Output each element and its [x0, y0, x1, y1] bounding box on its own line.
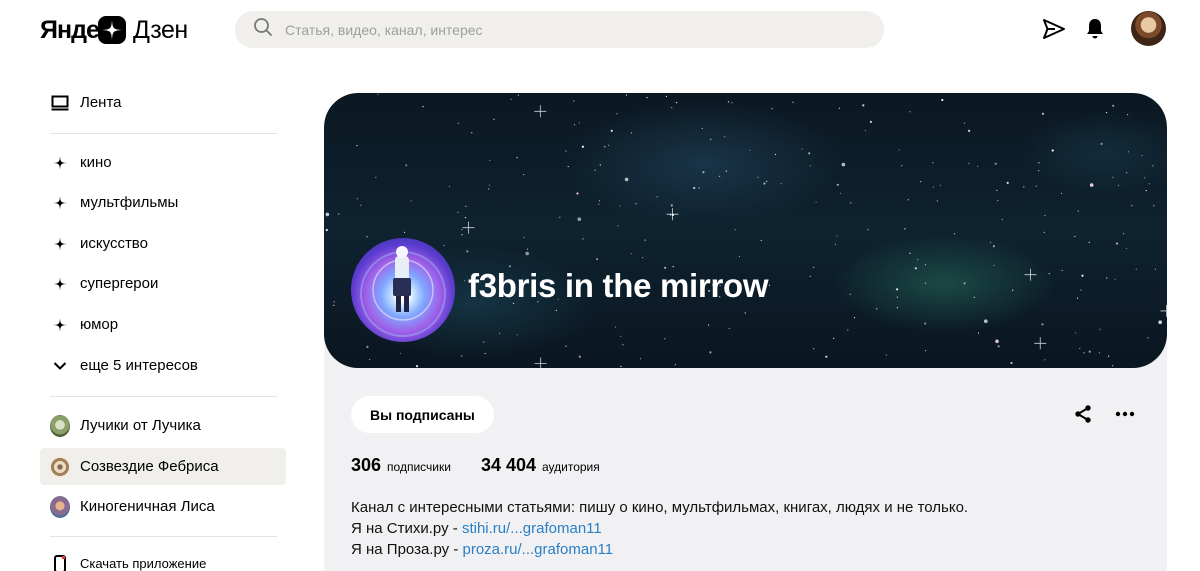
sparkle-icon — [50, 274, 70, 294]
sidebar-item-label: Лента — [80, 94, 122, 111]
search-icon — [253, 17, 273, 42]
channel-stats: 306 подписчики 34 404 аудитория — [351, 455, 600, 476]
sidebar-item-label: супергерои — [80, 275, 159, 292]
sidebar-divider — [50, 133, 277, 134]
search-bar[interactable] — [235, 11, 884, 48]
description-text: Канал с интересными статьями: пишу о кин… — [351, 499, 969, 516]
sparkle-icon — [50, 234, 70, 254]
sidebar-item-label: мультфильмы — [80, 194, 179, 211]
sidebar-item-channel[interactable]: Киногеничная Лиса — [40, 488, 286, 525]
channel-title: f3bris in the mirrow — [468, 267, 769, 304]
sparkle-icon — [50, 315, 70, 335]
channel-avatar — [50, 414, 70, 437]
channel-description: Канал с интересными статьями: пишу о кин… — [351, 497, 968, 560]
sidebar-item-more-interests[interactable]: еще 5 интересов — [40, 347, 286, 384]
proza-link[interactable]: proza.ru/...grafoman11 — [462, 541, 613, 558]
audience-count: 34 404 — [480, 455, 536, 475]
channel-banner: f3bris in the mirrow — [324, 93, 1167, 368]
subscribers-count: 306 — [351, 455, 382, 475]
monitor-icon — [50, 93, 70, 113]
subscribed-button[interactable]: Вы подписаны — [351, 396, 494, 433]
more-options-icon[interactable] — [1113, 402, 1137, 426]
channel-avatar — [50, 455, 70, 478]
sidebar-item-interest[interactable]: супергерои — [40, 265, 286, 302]
audience-label: аудитория — [542, 460, 600, 474]
description-line: Я на Проза.ру - proza.ru/...grafoman11 — [351, 539, 968, 560]
phone-icon — [50, 554, 70, 571]
bell-icon[interactable] — [1083, 17, 1107, 41]
subscribers-label: подписчики — [387, 460, 451, 474]
sidebar-item-label: Скачать приложение — [80, 556, 207, 571]
sidebar-item-interest[interactable]: юмор — [40, 306, 286, 343]
sidebar-item-interest[interactable]: кино — [40, 144, 286, 181]
sidebar-item-label: Киногеничная Лиса — [80, 498, 215, 515]
sidebar-item-channel[interactable]: Лучики от Лучика — [40, 407, 286, 444]
link-prefix: Я на Проза.ру - — [351, 541, 463, 558]
stihi-link[interactable]: stihi.ru/...grafoman11 — [462, 520, 602, 537]
sparkle-icon — [50, 193, 70, 213]
search-input[interactable] — [285, 21, 845, 38]
sidebar-item-label: еще 5 интересов — [80, 357, 198, 374]
zen-star-icon — [98, 16, 126, 44]
channel-card: f3bris in the mirrow Вы подписаны 306 по… — [324, 93, 1167, 571]
sidebar-divider — [50, 396, 277, 397]
send-icon[interactable] — [1042, 17, 1066, 41]
logo-zen-text: Дзен — [133, 15, 188, 44]
channel-avatar-large — [351, 238, 455, 342]
sidebar-item-interest[interactable]: мультфильмы — [40, 184, 286, 221]
user-avatar[interactable] — [1131, 11, 1166, 46]
sidebar-item-label: кино — [80, 154, 112, 171]
sidebar-item-channel-active[interactable]: Созвездие Фебриса — [40, 448, 286, 485]
sidebar-item-label: юмор — [80, 316, 119, 333]
sidebar-item-interest[interactable]: искусство — [40, 225, 286, 262]
description-line: Я на Стихи.ру - stihi.ru/...grafoman11 — [351, 518, 968, 539]
sparkle-icon — [50, 153, 70, 173]
sidebar-item-label: искусство — [80, 235, 148, 252]
sidebar-item-feed[interactable]: Лента — [40, 84, 286, 121]
yandex-zen-logo[interactable]: Яндекс Дзен — [40, 14, 188, 46]
share-icon[interactable] — [1071, 402, 1095, 426]
sidebar-item-label: Созвездие Фебриса — [80, 458, 219, 475]
chevron-down-icon — [50, 356, 70, 376]
sidebar-item-label: Лучики от Лучика — [80, 417, 201, 434]
sidebar-item-download-app[interactable]: Скачать приложение — [40, 545, 286, 571]
channel-avatar — [50, 495, 70, 518]
link-prefix: Я на Стихи.ру - — [351, 520, 462, 537]
sidebar-divider — [50, 536, 277, 537]
